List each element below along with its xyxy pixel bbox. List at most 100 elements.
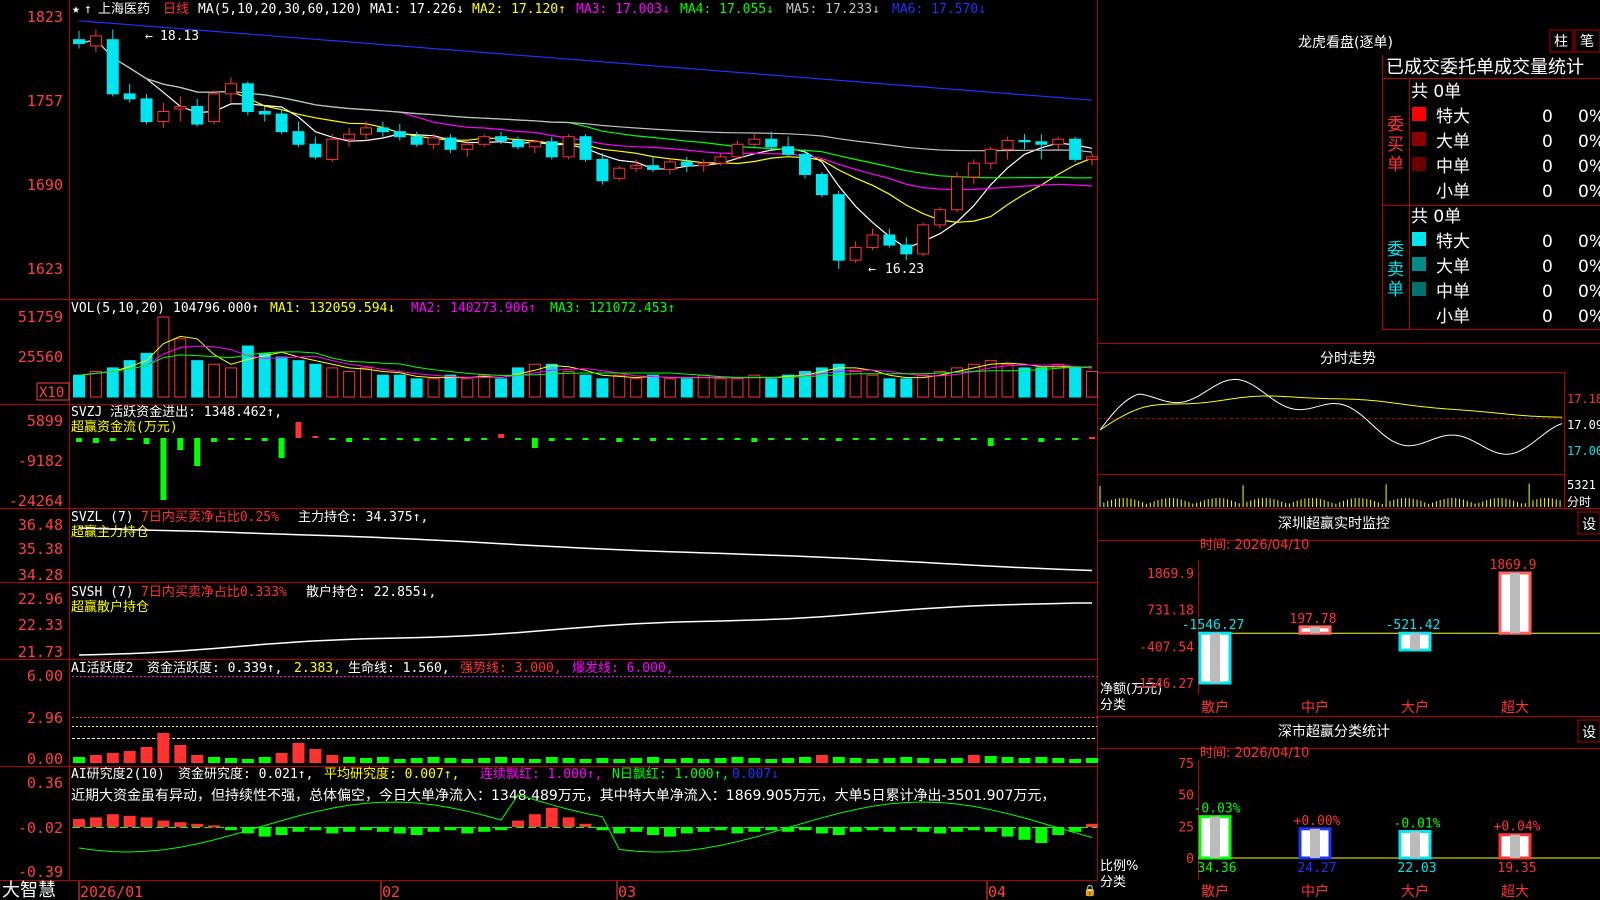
sell-l-pct: 0% xyxy=(1578,257,1600,277)
monitor-settings-label[interactable]: 设 xyxy=(1582,517,1596,533)
classify-chart[interactable]: 75 50 25 0 -0.03% 34.36 散户 +0.00% 24.27 中户 -0.01% 2… xyxy=(1178,757,1600,900)
volume-bar xyxy=(495,378,508,398)
arrow-up-icon[interactable]: ↑ xyxy=(84,2,92,17)
buy-l-swatch xyxy=(1412,132,1426,146)
candle xyxy=(748,134,761,147)
ai-active-bar xyxy=(410,758,423,763)
candle-body xyxy=(697,162,710,167)
ai-research-bar xyxy=(1018,827,1031,840)
candle xyxy=(545,136,558,160)
ai-research-y-axis: 0.36 -0.02 -0.39 xyxy=(18,774,63,881)
volume-bar xyxy=(1035,367,1048,398)
intraday-chart[interactable] xyxy=(1099,378,1563,507)
svzj-bar xyxy=(1021,438,1028,440)
candle-body xyxy=(798,153,811,175)
svzj-bar xyxy=(126,438,133,440)
volume-bar xyxy=(258,352,271,398)
ai-research-comment: 近期大资金虽有异动，但持续性不强，总体偏空，今日大单净流入：1348.489万元… xyxy=(71,787,1055,804)
ai-active-bar xyxy=(208,757,221,763)
main-tick-1: 1823 xyxy=(27,8,63,26)
low-annotation-arrow: ← xyxy=(868,262,876,277)
svzj-bar xyxy=(396,438,403,440)
vol-tick-2: 25560 xyxy=(18,348,63,366)
ai-research-e: 0.007↓ xyxy=(732,767,779,782)
candlestick-chart[interactable] xyxy=(73,20,1098,269)
candle xyxy=(680,156,693,172)
ma6-legend: MA6: 17.570↓ xyxy=(892,2,986,17)
classify-settings-label[interactable]: 设 xyxy=(1582,725,1596,741)
svzj-bar xyxy=(379,438,386,440)
ai-active-bar xyxy=(663,759,676,763)
volume-bar xyxy=(613,374,626,398)
svzj-bar xyxy=(734,438,741,440)
ai-research-bar xyxy=(798,827,811,831)
volume-bar xyxy=(545,363,558,398)
ai-active-bar xyxy=(815,755,828,763)
buy-s-name: 小单 xyxy=(1436,182,1470,202)
svzj-bar xyxy=(903,438,910,440)
star-icon[interactable]: ★ xyxy=(72,2,80,17)
volume-chart[interactable] xyxy=(73,316,1098,398)
ai-active-chart[interactable] xyxy=(73,733,1098,763)
intraday-tick-2: 17.09 xyxy=(1567,418,1600,432)
classify-change-label: -0.01% xyxy=(1394,816,1441,831)
volume-bar xyxy=(680,378,693,398)
sell-l-swatch xyxy=(1412,257,1426,271)
classify-title: 深市超赢分类统计 xyxy=(1278,723,1390,740)
ai-active-bar xyxy=(1069,759,1082,763)
ai-research-c: 连续飘红: 1.000↑, xyxy=(480,766,602,782)
candle-body xyxy=(140,98,153,123)
volume-bar xyxy=(883,378,896,398)
candle-body xyxy=(123,93,136,100)
svzj-bar xyxy=(261,438,268,441)
ai-active-tick-2: 2.96 xyxy=(27,709,63,727)
volume-bar xyxy=(596,378,609,398)
ai-active-c: 生命线: 1.560, xyxy=(348,660,450,676)
ai-active-d: 强势线: 3.000, xyxy=(460,660,562,676)
candle-body xyxy=(89,35,102,47)
classify-bar-shade xyxy=(1510,834,1520,858)
vol-value: 104796.000↑ xyxy=(173,301,259,316)
svzj-bar xyxy=(464,438,471,441)
svzj-y-axis: 5899 -9182 -24264 xyxy=(9,412,63,510)
ai-active-bar xyxy=(545,757,558,763)
monitor-chart[interactable]: 1869.9 731.18 -407.54 -1546.27 -1546.27 散户 197… xyxy=(1131,558,1600,716)
candle-body xyxy=(832,194,845,261)
svzj-bar xyxy=(751,438,758,442)
candle-body xyxy=(427,137,440,145)
buy-l-vol: 0 xyxy=(1542,132,1553,152)
svsh-tick-1: 22.96 xyxy=(18,590,63,608)
ai-active-bar xyxy=(191,755,204,763)
volume-bar xyxy=(73,374,85,398)
ai-research-bar xyxy=(393,827,406,834)
candle-body xyxy=(613,167,626,179)
ai-research-b: 平均研究度: 0.007↑, xyxy=(324,766,459,782)
candle xyxy=(866,228,879,251)
intraday-y-axis: 17.18 17.09 17.00 5321 分时 xyxy=(1567,392,1600,509)
svzj-tick-3: -24264 xyxy=(9,492,63,510)
sell-l-vol: 0 xyxy=(1542,257,1553,277)
svzl-tick-1: 36.48 xyxy=(18,516,63,534)
ai-active-bar xyxy=(106,753,119,763)
candle-body xyxy=(866,234,879,249)
candle-body xyxy=(934,209,947,226)
ai-research-d: N日飘红: 1.000↑, xyxy=(612,766,729,782)
svzj-bar xyxy=(430,438,437,440)
ai-active-lines xyxy=(72,676,1097,739)
candle-body xyxy=(748,138,761,145)
candle-body xyxy=(917,224,930,255)
monitor-value-label: -521.42 xyxy=(1386,618,1441,633)
classify-category: 超大 xyxy=(1501,884,1529,900)
monitor-bar-shade xyxy=(1510,573,1520,634)
lock-icon[interactable]: 🔒 xyxy=(1083,884,1097,897)
volume-bar xyxy=(326,367,339,398)
classify-change-label: +0.04% xyxy=(1494,820,1541,835)
ai-active-bar xyxy=(680,758,693,763)
candle xyxy=(410,131,423,147)
svzj-chart[interactable] xyxy=(76,422,1095,500)
period-label[interactable]: 日线 xyxy=(163,2,189,17)
tick-mode-label[interactable]: 笔 xyxy=(1580,34,1594,50)
svzj-bar xyxy=(227,438,234,440)
candle xyxy=(478,134,491,147)
bar-mode-label[interactable]: 柱 xyxy=(1554,34,1568,50)
